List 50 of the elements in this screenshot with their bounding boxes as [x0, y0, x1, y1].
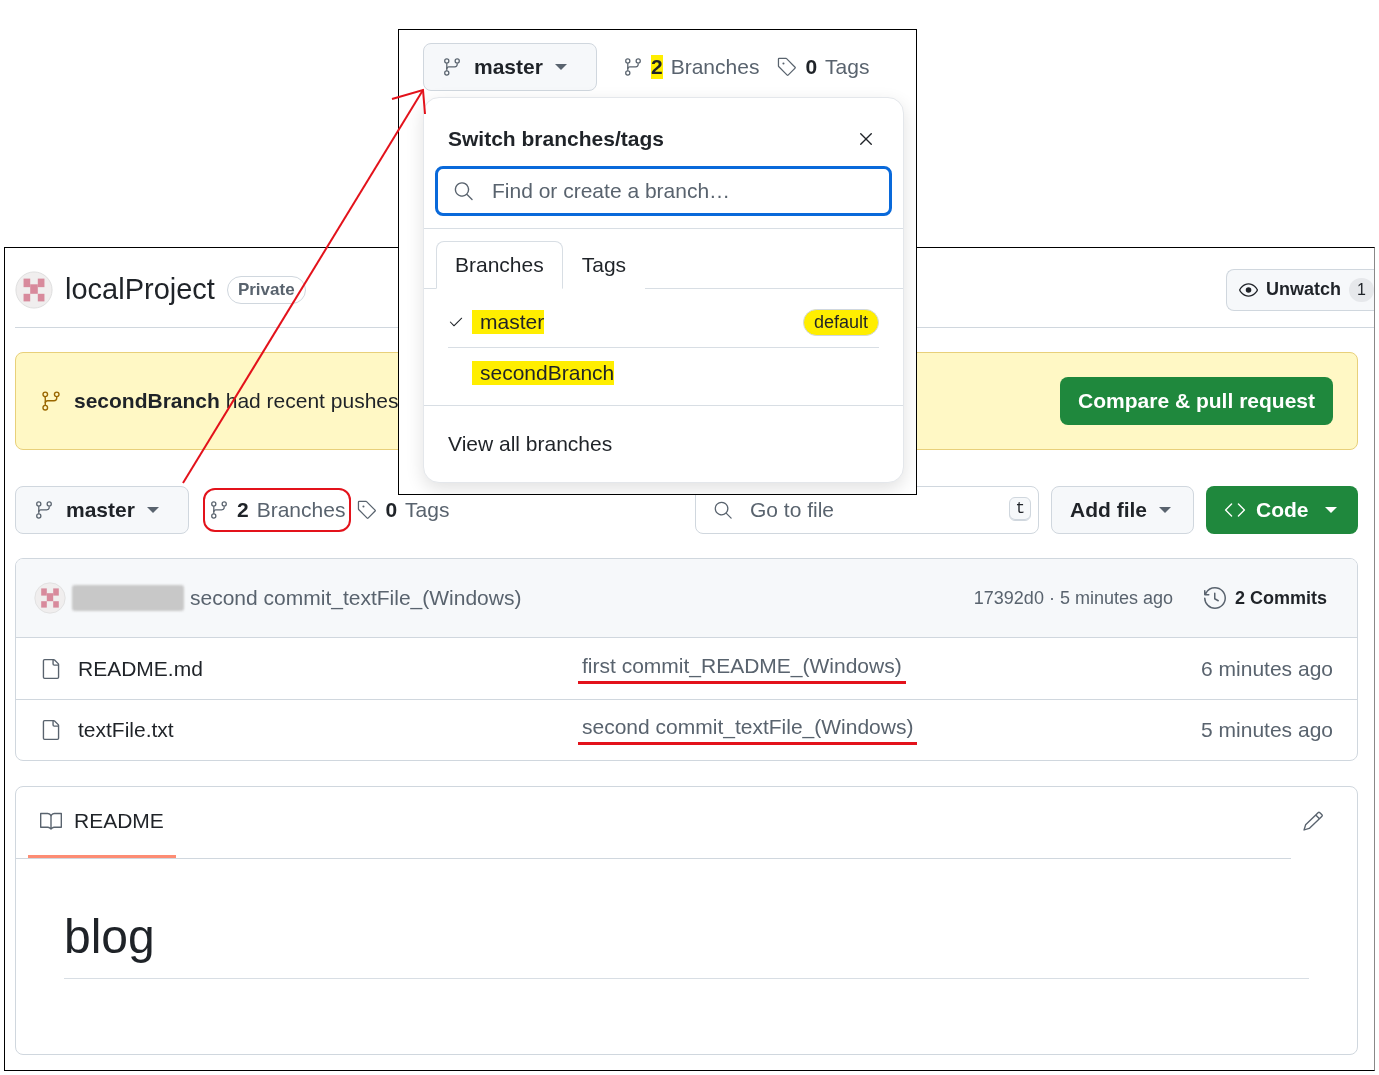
- tag-icon: [357, 500, 378, 520]
- latest-commit-message[interactable]: second commit_textFile_(Windows): [190, 586, 522, 610]
- unwatch-button[interactable]: Unwatch 1: [1226, 268, 1374, 311]
- caret-icon: [146, 507, 159, 513]
- file-name[interactable]: textFile.txt: [78, 718, 174, 742]
- branch-icon: [623, 57, 643, 77]
- caret-icon: [1324, 507, 1337, 513]
- branches-link[interactable]: 2 Branches: [617, 45, 766, 89]
- branch-icon: [209, 500, 229, 520]
- search-icon: [453, 180, 474, 202]
- commit-message[interactable]: first commit_README_(Windows): [578, 653, 906, 684]
- pencil-icon[interactable]: [1302, 810, 1324, 832]
- commits-link[interactable]: 2 Commits: [1202, 586, 1327, 610]
- caret-icon: [1159, 507, 1171, 513]
- menu-tab[interactable]: Branches: [436, 241, 563, 289]
- compare-pull-request-button[interactable]: Compare & pull request: [1060, 377, 1333, 425]
- tag-icon: [777, 57, 798, 77]
- avatar-icon: [34, 582, 66, 614]
- file-icon: [40, 719, 62, 741]
- history-icon: [1202, 586, 1227, 610]
- branch-icon: [442, 57, 462, 77]
- default-label: default: [802, 308, 879, 336]
- branch-select-button[interactable]: master: [423, 43, 597, 91]
- shortcut-key: t: [1009, 497, 1031, 521]
- avatar-icon: [15, 270, 53, 309]
- commit-time: 6 minutes ago: [1201, 656, 1333, 681]
- branches-link[interactable]: 2 Branches: [203, 488, 352, 532]
- branch-icon: [40, 390, 62, 412]
- commit-message[interactable]: second commit_textFile_(Windows): [578, 715, 918, 745]
- file-icon: [40, 657, 62, 680]
- book-icon: [40, 810, 62, 832]
- file-name[interactable]: README.md: [78, 656, 203, 681]
- readme-heading: blog: [64, 909, 1309, 979]
- repo-name[interactable]: localProject: [65, 273, 215, 306]
- branch-search-field[interactable]: Find or create a branch…: [435, 166, 892, 216]
- commit-meta: 17392d0 · 5 minutes ago: [973, 587, 1173, 609]
- code-button[interactable]: Code: [1206, 486, 1358, 534]
- commit-time: 5 minutes ago: [1201, 718, 1333, 742]
- readme-tab[interactable]: README: [28, 787, 176, 858]
- tags-link[interactable]: 0 Tags: [771, 45, 876, 89]
- branch-select-button[interactable]: master: [15, 486, 189, 534]
- tags-link[interactable]: 0 Tags: [351, 488, 456, 532]
- add-file-button[interactable]: Add file: [1051, 486, 1194, 534]
- branch-item[interactable]: master: [472, 310, 545, 334]
- branch-icon: [34, 500, 54, 520]
- branch-item[interactable]: secondBranch: [472, 360, 615, 385]
- search-icon: [713, 500, 733, 520]
- menu-title: Switch branches/tags: [448, 127, 664, 151]
- view-all-branches-link[interactable]: View all branches: [424, 406, 903, 482]
- caret-icon: [554, 64, 567, 70]
